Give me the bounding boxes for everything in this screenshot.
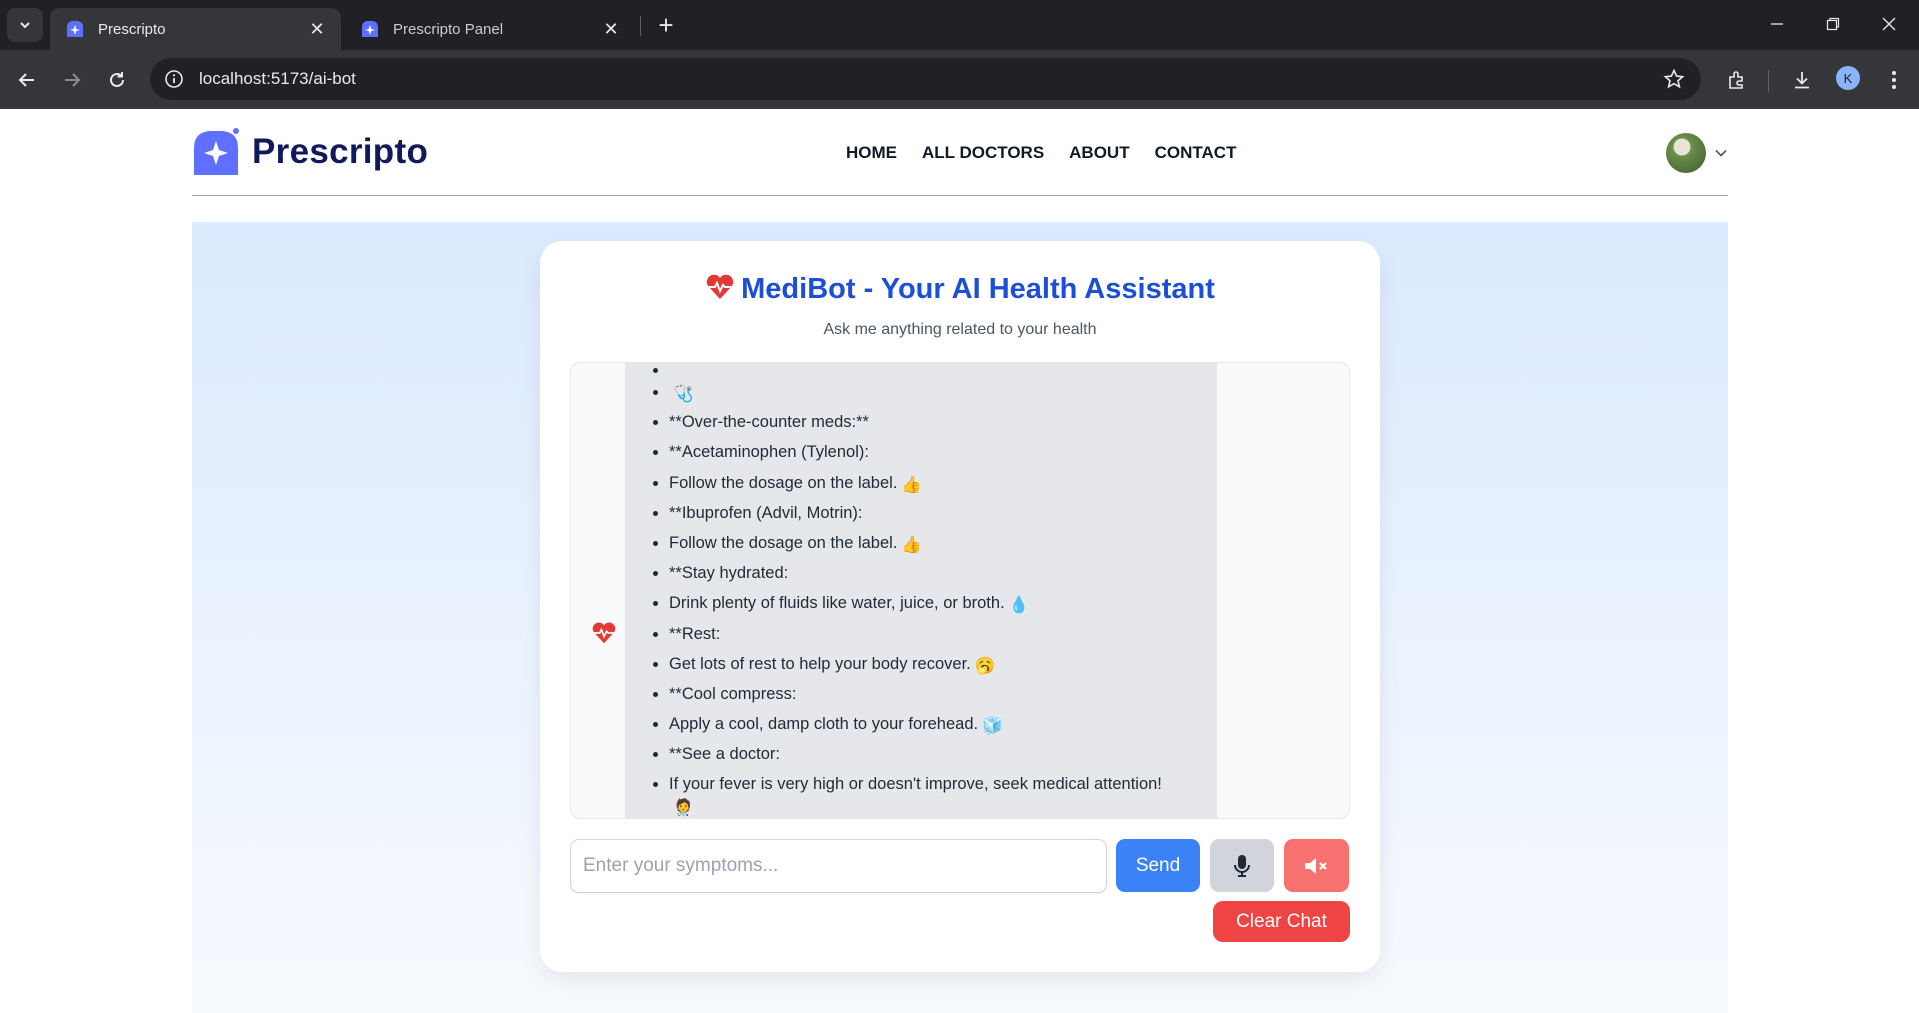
page-title: MediBot - Your AI Health Assistant (540, 273, 1380, 306)
chat-window[interactable]: 🩺 **Over-the-counter meds:** **Acetamino… (570, 362, 1350, 819)
send-button[interactable]: Send (1116, 839, 1200, 892)
ice-cube-icon: 🧊 (982, 717, 1003, 736)
list-item: **Ibuprofen (Advil, Motrin): (669, 498, 1201, 528)
list-item (669, 363, 1201, 377)
microphone-icon (1234, 854, 1250, 877)
toolbar-separator (1768, 70, 1769, 92)
minimize-icon[interactable] (1749, 0, 1805, 48)
main-menu: HOME ALL DOCTORS ABOUT CONTACT (846, 143, 1236, 163)
close-tab-icon[interactable]: ✕ (307, 19, 327, 39)
clear-chat-button[interactable]: Clear Chat (1213, 901, 1350, 942)
prescripto-logo-icon (194, 128, 239, 175)
list-item: Follow the dosage on the label.👍 (669, 468, 1201, 498)
thumbs-up-icon: 👍 (901, 535, 922, 554)
prescripto-favicon-icon (362, 21, 378, 37)
menu-home[interactable]: HOME (846, 143, 897, 163)
tab-title: Prescripto Panel (393, 20, 504, 38)
heart-pulse-icon (706, 274, 734, 299)
list-item: **Acetaminophen (Tylenol): (669, 437, 1201, 467)
heart-pulse-icon (591, 621, 617, 650)
bot-message-bubble: 🩺 **Over-the-counter meds:** **Acetamino… (625, 363, 1217, 818)
avatar[interactable] (1666, 133, 1706, 173)
title-text: MediBot - Your AI Health Assistant (741, 273, 1215, 305)
list-item: **Over-the-counter meds:** (669, 407, 1201, 437)
site-info-icon[interactable] (163, 68, 185, 90)
list-item: 🩺 (669, 377, 1201, 407)
tab-search-button[interactable] (7, 8, 43, 42)
health-worker-icon: 🧑‍⚕️ (673, 799, 694, 818)
microphone-button[interactable] (1210, 839, 1274, 892)
close-window-icon[interactable] (1861, 0, 1917, 48)
browser-tab-strip: Prescripto ✕ Prescripto Panel ✕ + (0, 0, 1919, 50)
yawning-face-icon: 🥱 (974, 656, 996, 675)
browser-toolbar: localhost:5173/ai-bot (0, 50, 1919, 109)
list-item: **See a doctor: (669, 739, 1201, 769)
stethoscope-icon: 🩺 (673, 385, 694, 403)
url-text: localhost:5173/ai-bot (199, 69, 356, 88)
brand-logo[interactable]: Prescripto (192, 128, 428, 176)
browser-profile-avatar[interactable]: K (1836, 66, 1860, 90)
symptom-input[interactable] (570, 839, 1107, 893)
user-menu[interactable] (1666, 133, 1728, 173)
list-item: Drink plenty of fluids like water, juice… (669, 588, 1201, 618)
download-icon[interactable] (1788, 66, 1816, 94)
address-bar[interactable]: localhost:5173/ai-bot (150, 58, 1701, 100)
brand-name: Prescripto (252, 132, 429, 171)
close-tab-icon[interactable]: ✕ (601, 19, 621, 39)
list-item: **Cool compress: (669, 679, 1201, 709)
mute-toggle-button[interactable] (1284, 839, 1349, 892)
chevron-down-icon[interactable] (1714, 146, 1728, 160)
bookmark-star-icon[interactable] (1663, 68, 1685, 95)
speaker-muted-icon (1304, 857, 1327, 874)
chat-input-row: Send (570, 839, 1350, 893)
tab-title: Prescripto (98, 20, 166, 38)
forward-icon[interactable] (55, 63, 89, 97)
tab-prescripto[interactable]: Prescripto ✕ (50, 8, 341, 50)
menu-about[interactable]: ABOUT (1069, 143, 1129, 163)
message-list: 🩺 **Over-the-counter meds:** **Acetamino… (649, 363, 1201, 818)
tab-prescripto-panel[interactable]: Prescripto Panel ✕ (345, 8, 635, 50)
droplet-icon: 💧 (1008, 596, 1030, 615)
menu-dots-icon[interactable] (1880, 66, 1908, 94)
list-item: Get lots of rest to help your body recov… (669, 649, 1201, 679)
list-item: **Rest: (669, 619, 1201, 649)
tab-separator (640, 16, 641, 36)
reload-icon[interactable] (100, 63, 134, 97)
medibot-card: MediBot - Your AI Health Assistant Ask m… (540, 241, 1380, 972)
list-item: **Stay hydrated: (669, 558, 1201, 588)
restore-icon[interactable] (1805, 0, 1861, 48)
back-icon[interactable] (10, 63, 44, 97)
list-item: Apply a cool, damp cloth to your forehea… (669, 709, 1201, 739)
site-navbar: Prescripto HOME ALL DOCTORS ABOUT CONTAC… (192, 109, 1728, 196)
menu-contact[interactable]: CONTACT (1155, 143, 1237, 163)
list-item: Follow the dosage on the label.👍 (669, 528, 1201, 558)
chevron-down-icon (20, 22, 30, 29)
menu-all-doctors[interactable]: ALL DOCTORS (922, 143, 1044, 163)
prescripto-favicon-icon (67, 21, 83, 37)
thumbs-up-icon: 👍 (901, 475, 922, 494)
list-item: If your fever is very high or doesn't im… (669, 769, 1201, 818)
extensions-icon[interactable] (1723, 66, 1751, 94)
new-tab-button[interactable]: + (651, 10, 681, 40)
page-subtitle: Ask me anything related to your health (823, 321, 1097, 338)
